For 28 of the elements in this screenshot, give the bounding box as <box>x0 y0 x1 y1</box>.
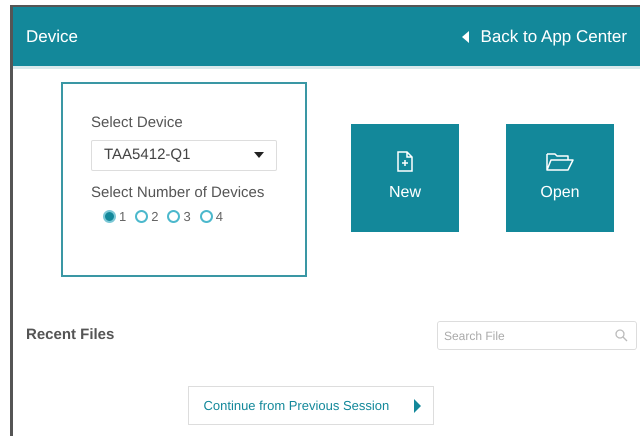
radio-label: 2 <box>151 208 158 226</box>
continue-button[interactable]: Continue from Previous Session <box>188 386 434 425</box>
search-icon <box>615 329 628 342</box>
back-link[interactable]: Back to App Center <box>462 24 627 50</box>
radio-button[interactable] <box>167 210 180 224</box>
caret-icon <box>414 398 420 412</box>
radio-option[interactable]: 4 <box>200 207 223 226</box>
search-field[interactable]: Search File <box>437 321 637 350</box>
section-title: Recent Files <box>26 325 114 346</box>
radio-option[interactable]: 3 <box>167 207 191 226</box>
radio-button[interactable] <box>135 210 148 224</box>
radio-label: 1 <box>119 208 126 226</box>
page-title: Device <box>26 26 78 48</box>
radio-label: 3 <box>183 208 191 226</box>
radio-button[interactable] <box>200 210 213 224</box>
field-label: Select Device <box>91 113 184 133</box>
new-button[interactable]: New <box>351 124 459 232</box>
radio-option[interactable]: 1 <box>103 207 126 226</box>
open-button[interactable]: Open <box>506 124 614 232</box>
field-label: Select Number of Devices <box>91 182 266 202</box>
caret-icon <box>254 152 264 158</box>
caret-icon <box>462 30 469 42</box>
radio-button[interactable] <box>103 210 116 224</box>
radio-label: 4 <box>216 208 223 226</box>
radio-option[interactable]: 2 <box>135 207 158 226</box>
file-plus-icon <box>397 151 413 172</box>
device-dropdown[interactable]: TAA5412-Q1 <box>91 140 277 170</box>
folder-icon <box>546 152 574 172</box>
